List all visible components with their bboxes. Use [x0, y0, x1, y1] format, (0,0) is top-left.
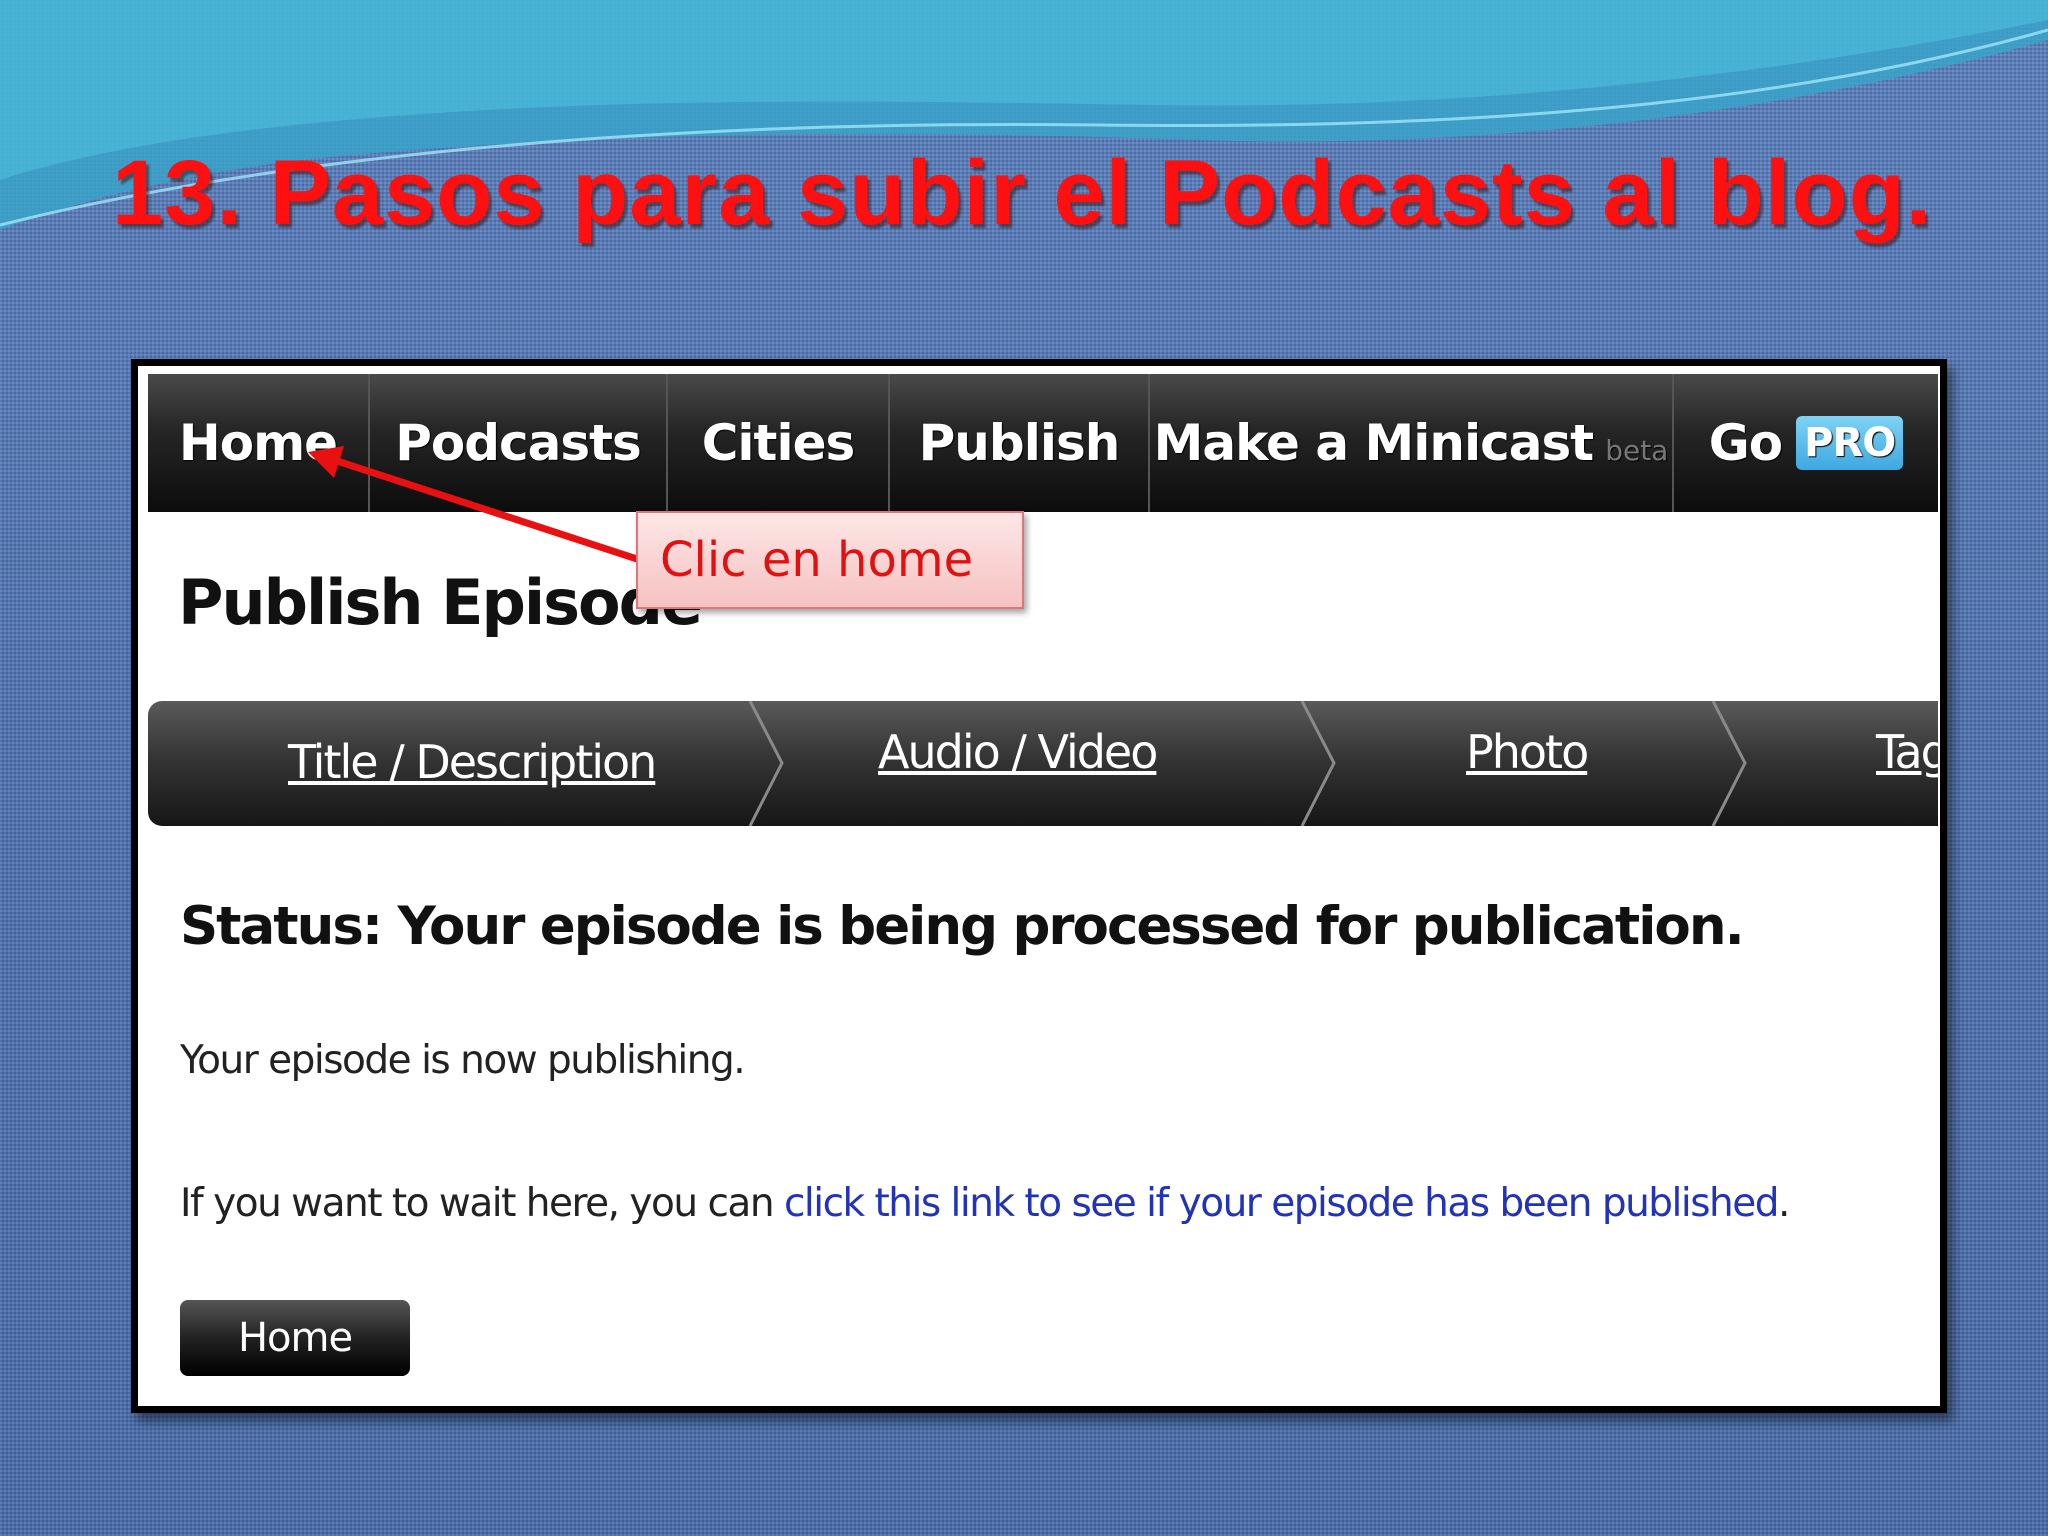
nav-make-minicast[interactable]: Make a Minicast beta: [1150, 374, 1674, 512]
wait-suffix: .: [1778, 1181, 1790, 1226]
published-check-link[interactable]: click this link to see if your episode h…: [784, 1181, 1780, 1226]
step-audio-video[interactable]: Audio / Video: [878, 725, 1158, 779]
step-separator-icon: [1300, 701, 1336, 826]
nav-go-label: Go: [1708, 414, 1783, 472]
step-separator-icon: [1711, 701, 1747, 826]
publish-steps-bar: Title / Description Audio / Video Photo …: [148, 701, 1938, 826]
callout-arrow: [308, 446, 642, 564]
callout-text: Clic en home: [660, 532, 974, 588]
nav-cities[interactable]: Cities: [668, 374, 890, 512]
step-tag[interactable]: Tag: [1876, 725, 1938, 779]
wait-message: If you want to wait here, you can click …: [180, 1181, 1790, 1226]
annotation-callout: Clic en home: [636, 511, 1024, 609]
status-heading: Status: Your episode is being processed …: [180, 896, 1745, 957]
step-photo[interactable]: Photo: [1466, 725, 1589, 779]
home-button[interactable]: Home: [180, 1300, 410, 1376]
slide-title: 13. Pasos para subir el Podcasts al blog…: [112, 142, 1933, 244]
nav-cities-label: Cities: [701, 414, 856, 472]
pro-badge: PRO: [1796, 416, 1904, 470]
publishing-message: Your episode is now publishing.: [180, 1038, 746, 1083]
wait-prefix: If you want to wait here, you can: [180, 1181, 784, 1226]
step-title-description[interactable]: Title / Description: [288, 735, 657, 789]
beta-tag: beta: [1605, 433, 1669, 467]
nav-make-minicast-label: Make a Minicast: [1153, 414, 1595, 472]
nav-publish[interactable]: Publish: [890, 374, 1150, 512]
nav-go-pro[interactable]: Go PRO: [1674, 374, 1938, 512]
step-separator-icon: [748, 701, 784, 826]
nav-publish-label: Publish: [918, 414, 1121, 472]
